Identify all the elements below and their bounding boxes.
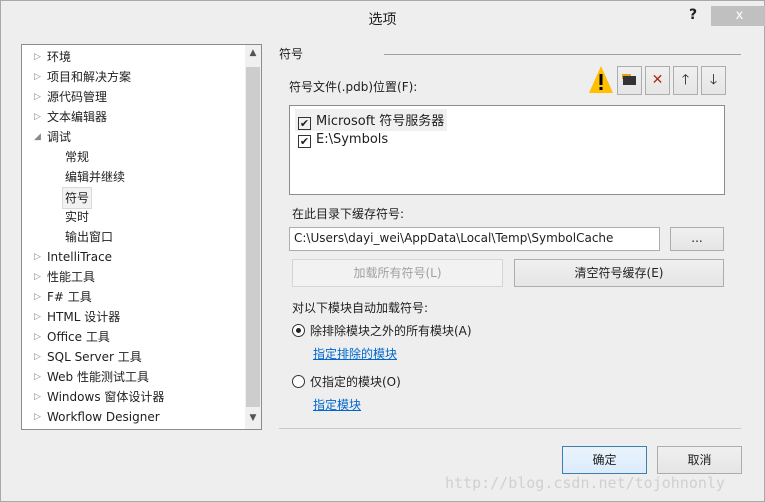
browse-button[interactable]: ... bbox=[670, 227, 724, 251]
tree-item-label: Workflow Designer bbox=[47, 410, 160, 424]
specify-modules-link[interactable]: 指定模块 bbox=[313, 396, 361, 413]
cancel-button[interactable]: 取消 bbox=[657, 446, 742, 474]
scrollbar-thumb[interactable] bbox=[246, 67, 260, 407]
tree-item-label: HTML 设计器 bbox=[47, 310, 121, 324]
checkbox[interactable]: ✔ bbox=[298, 135, 311, 148]
move-down-button[interactable]: 🡓 bbox=[701, 66, 726, 95]
scroll-down-icon[interactable]: ▼ bbox=[245, 413, 261, 423]
move-up-button[interactable]: 🡑 bbox=[673, 66, 698, 95]
tree-item-label: 源代码管理 bbox=[47, 90, 108, 104]
footer-divider bbox=[279, 428, 741, 429]
location-item[interactable]: ✔ E:\Symbols bbox=[295, 131, 391, 149]
load-all-symbols-button[interactable]: 加载所有符号(L) bbox=[292, 259, 503, 287]
collapsed-arrow-icon[interactable]: ▷ bbox=[34, 387, 41, 407]
tree-item-label: SQL Server 工具 bbox=[47, 350, 142, 364]
auto-load-label: 对以下模块自动加载符号: bbox=[292, 301, 429, 315]
collapsed-arrow-icon[interactable]: ▷ bbox=[34, 267, 41, 287]
dialog-title: 选项 bbox=[368, 12, 397, 28]
help-button[interactable]: ? bbox=[689, 7, 697, 23]
clear-cache-button[interactable]: 清空符号缓存(E) bbox=[514, 259, 724, 287]
warning-icon bbox=[589, 66, 613, 93]
expanded-arrow-icon[interactable]: ◢ bbox=[34, 127, 41, 147]
tree-item-label: 项目和解决方案 bbox=[47, 70, 132, 84]
tree-item-label: 常规 bbox=[65, 150, 90, 164]
collapsed-arrow-icon[interactable]: ▷ bbox=[34, 347, 41, 367]
collapsed-arrow-icon[interactable]: ▷ bbox=[34, 287, 41, 307]
collapsed-arrow-icon[interactable]: ▷ bbox=[34, 47, 41, 67]
collapsed-arrow-icon[interactable]: ▷ bbox=[34, 107, 41, 127]
tree-item-label: 性能工具 bbox=[47, 270, 96, 284]
location-label: E:\Symbols bbox=[316, 132, 389, 147]
collapsed-arrow-icon[interactable]: ▷ bbox=[34, 327, 41, 347]
ok-button[interactable]: 确定 bbox=[562, 446, 647, 474]
symbol-locations-list: ✔ Microsoft 符号服务器 ✔ E:\Symbols bbox=[289, 105, 725, 195]
arrow-up-icon: 🡑 bbox=[681, 72, 690, 88]
tree-item-label: 编辑并继续 bbox=[65, 170, 126, 184]
tree-item-label: 实时 bbox=[65, 210, 90, 224]
cache-label: 在此目录下缓存符号: bbox=[292, 207, 405, 221]
collapsed-arrow-icon[interactable]: ▷ bbox=[34, 67, 41, 87]
delete-button[interactable]: ✕ bbox=[645, 66, 670, 95]
radio-label: 仅指定的模块(O) bbox=[310, 375, 401, 389]
tree-item-label: 调试 bbox=[47, 130, 72, 144]
radio-button[interactable] bbox=[292, 324, 305, 337]
tree-item-label: 输出窗口 bbox=[65, 230, 114, 244]
collapsed-arrow-icon[interactable]: ▷ bbox=[34, 87, 41, 107]
new-folder-button[interactable] bbox=[617, 66, 642, 95]
tree-item-label: Windows 窗体设计器 bbox=[47, 390, 165, 404]
collapsed-arrow-icon[interactable]: ▷ bbox=[34, 247, 41, 267]
tree-item-label: F# 工具 bbox=[47, 290, 92, 304]
radio-label: 除排除模块之外的所有模块(A) bbox=[310, 324, 472, 338]
delete-icon: ✕ bbox=[651, 72, 664, 88]
options-dialog: 选项 ? x ▷ 环境 ▷ 项目和解决方案 ▷ 源代码管理 ▷ 文本编辑器 ◢ 调试常规编辑并继续… bbox=[0, 0, 765, 502]
tree-item-label: 符号 bbox=[62, 187, 93, 209]
tree-item-label: Web 性能测试工具 bbox=[47, 370, 149, 384]
tree-item-label: 文本编辑器 bbox=[47, 110, 108, 124]
specify-excluded-link[interactable]: 指定排除的模块 bbox=[313, 345, 397, 362]
new-folder-icon bbox=[623, 76, 636, 85]
cache-path-input[interactable]: C:\Users\dayi_wei\AppData\Local\Temp\Sym… bbox=[289, 227, 660, 251]
options-tree: ▷ 环境 ▷ 项目和解决方案 ▷ 源代码管理 ▷ 文本编辑器 ◢ 调试常规编辑并继续符号 实时输出窗… bbox=[21, 44, 262, 430]
radio-button[interactable] bbox=[292, 375, 305, 388]
tree-scrollbar[interactable]: ▲ ▼ bbox=[245, 45, 261, 429]
collapsed-arrow-icon[interactable]: ▷ bbox=[34, 407, 41, 427]
scroll-up-icon[interactable]: ▲ bbox=[245, 48, 261, 58]
section-title: 符号 bbox=[279, 47, 304, 61]
close-button[interactable]: x bbox=[711, 6, 765, 26]
location-item[interactable]: ✔ Microsoft 符号服务器 bbox=[295, 109, 448, 131]
collapsed-arrow-icon[interactable]: ▷ bbox=[34, 307, 41, 327]
locations-label: 符号文件(.pdb)位置(F): bbox=[289, 80, 418, 94]
location-label: Microsoft 符号服务器 bbox=[316, 114, 445, 129]
tree-item-label: Office 工具 bbox=[47, 330, 110, 344]
watermark: http://blog.csdn.net/tojohnonly bbox=[445, 474, 725, 492]
arrow-down-icon: 🡓 bbox=[709, 72, 718, 88]
tree-item-label: 环境 bbox=[47, 50, 72, 64]
section-divider bbox=[384, 54, 741, 55]
radio-only-specified[interactable]: 仅指定的模块(O) bbox=[292, 373, 401, 390]
radio-all-modules[interactable]: 除排除模块之外的所有模块(A) bbox=[292, 322, 472, 339]
tree-item-label: IntelliTrace bbox=[47, 250, 113, 264]
collapsed-arrow-icon[interactable]: ▷ bbox=[34, 367, 41, 387]
checkbox[interactable]: ✔ bbox=[298, 117, 311, 130]
